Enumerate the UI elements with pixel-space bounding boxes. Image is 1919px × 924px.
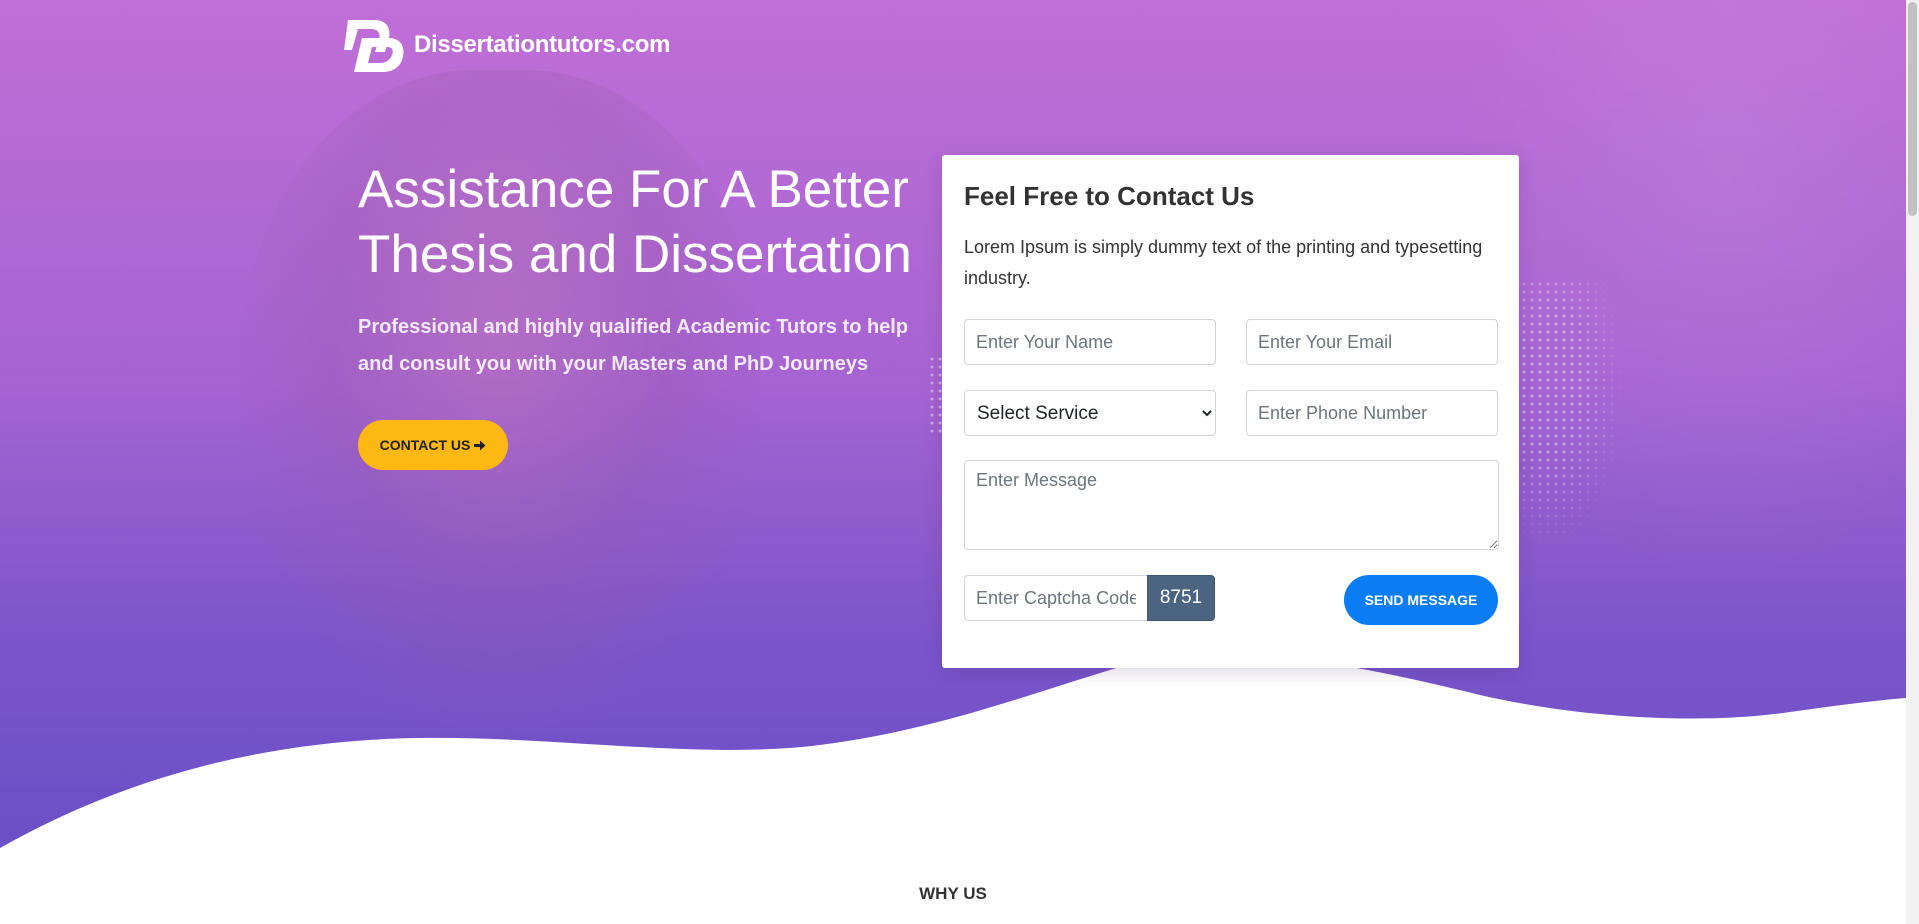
page-scrollbar[interactable]	[1906, 0, 1919, 924]
arrow-right-icon	[474, 440, 486, 450]
contact-form-description: Lorem Ipsum is simply dummy text of the …	[964, 237, 1483, 288]
captcha-group: 8751	[964, 575, 1215, 621]
phone-input[interactable]	[1246, 390, 1498, 436]
contact-form-card: Feel Free to Contact Us Lorem Ipsum is s…	[942, 155, 1519, 668]
captcha-input[interactable]	[964, 575, 1147, 621]
why-us-heading: WHY US	[919, 884, 987, 903]
scrollbar-thumb[interactable]	[1908, 2, 1917, 216]
service-select[interactable]: Select Service	[964, 390, 1216, 436]
site-logo[interactable]: Dissertationtutors.com	[342, 18, 670, 72]
captcha-code: 8751	[1147, 575, 1215, 621]
name-input[interactable]	[964, 319, 1216, 365]
brand-name: Dissertationtutors.com	[414, 31, 671, 58]
email-input[interactable]	[1246, 319, 1498, 365]
message-textarea[interactable]	[964, 460, 1499, 550]
hero-headline: Assistance For A Better Thesis and Disse…	[358, 160, 912, 284]
contact-us-button[interactable]: CONTACT US	[358, 420, 508, 470]
contact-form-title: Feel Free to Contact Us	[964, 181, 1255, 211]
contact-us-label: CONTACT US	[379, 437, 471, 453]
dt-logo-icon	[344, 20, 404, 72]
hero-subtext: Professional and highly qualified Academ…	[358, 316, 909, 375]
send-message-button[interactable]: SEND MESSAGE	[1344, 575, 1498, 625]
